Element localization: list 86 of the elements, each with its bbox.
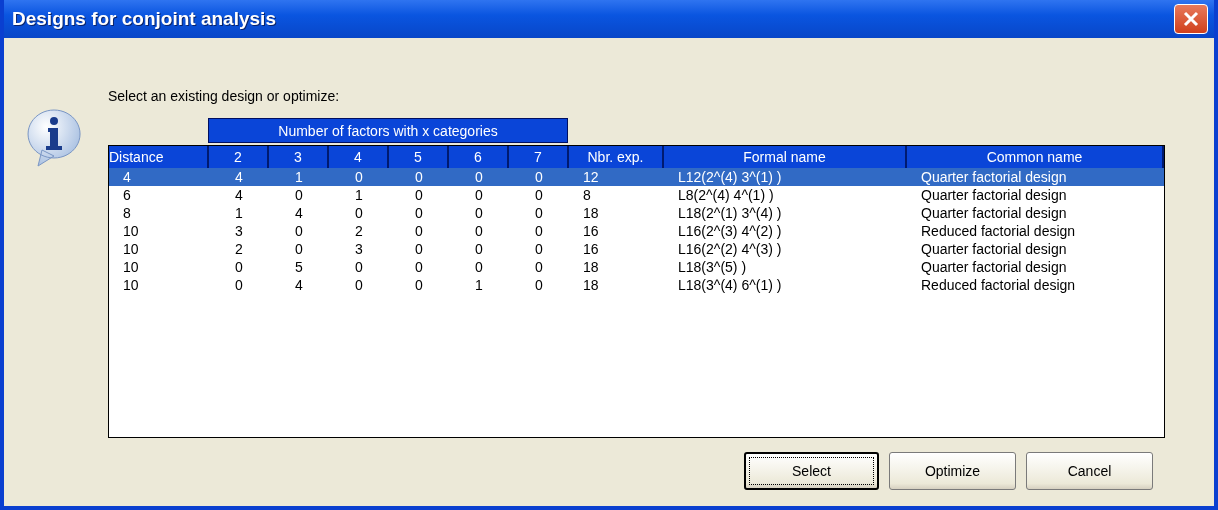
table-cell-text: 4 [294, 205, 304, 221]
table-row[interactable]: 10 2 0 3 0 0 0 16 L16(2^(2) 4^(3) ) Quarter factorial design [109, 240, 1164, 258]
table-cell-text: 3 [234, 223, 244, 239]
table-cell-text: 0 [414, 169, 424, 185]
table-row[interactable]: 4 4 1 0 0 0 0 12 L12(2^(4) 3^(1) ) Quarter factorial design [109, 168, 1164, 186]
table-cell-text: 0 [474, 205, 484, 221]
table-cell-text: Quarter factorial design [920, 205, 1068, 221]
table-cell-text: 0 [534, 187, 544, 203]
table-cell-text: 4 [234, 187, 244, 203]
table-cell-text: 0 [354, 169, 364, 185]
prompt-text: Select an existing design or optimize: [108, 88, 341, 104]
table-cell-text: Quarter factorial design [920, 241, 1068, 257]
table-cell-text: Reduced factorial design [920, 277, 1077, 293]
table-cell-text: L16(2^(2) 4^(3) ) [677, 241, 783, 257]
table-cell-text: 0 [414, 223, 424, 239]
table-cell-text: 12 [582, 169, 600, 185]
table-cell-text: 4 [294, 277, 304, 293]
table-cell-text: 10 [122, 277, 140, 293]
info-icon [24, 106, 84, 170]
table-row[interactable]: 10 0 5 0 0 0 0 18 L18(3^(5) ) Quarter factorial design [109, 258, 1164, 276]
table-cell-text: L16(2^(3) 4^(2) ) [677, 223, 783, 239]
table-cell-text: 18 [582, 277, 600, 293]
table-cell-text: 4 [122, 169, 132, 185]
table-cell-text: 1 [294, 169, 304, 185]
table-cell-text: 6 [122, 187, 132, 203]
table-cell-text: Quarter factorial design [920, 169, 1068, 185]
table-cell-text: 1 [474, 277, 484, 293]
table-cell-text: 0 [354, 277, 364, 293]
table-cell-text: 5 [294, 259, 304, 275]
table-cell-text: 0 [414, 205, 424, 221]
table-cell-text: 0 [414, 241, 424, 257]
table-cell-text: 0 [474, 241, 484, 257]
table-cell-text: L18(3^(5) ) [677, 259, 748, 275]
table-cell-text: 2 [234, 241, 244, 257]
table-cell-text: 0 [474, 169, 484, 185]
table-cell-text: 4 [234, 169, 244, 185]
table-cell-text: Quarter factorial design [920, 259, 1068, 275]
table-cell-text: 0 [534, 277, 544, 293]
table-row[interactable]: 10 3 0 2 0 0 0 16 L16(2^(3) 4^(2) ) Reduced factorial design [109, 222, 1164, 240]
table-cell-text: 1 [354, 187, 364, 203]
table-cell-text: 0 [234, 277, 244, 293]
table-cell-text: Reduced factorial design [920, 223, 1077, 239]
table-cell-text: 0 [354, 259, 364, 275]
table-cell-text: 0 [534, 241, 544, 257]
column-group-header: Number of factors with x categories [208, 118, 568, 143]
table-cell-text: 10 [122, 223, 140, 239]
table-cell-text: 0 [414, 277, 424, 293]
table-cell-text: 0 [474, 259, 484, 275]
close-button[interactable] [1174, 4, 1208, 34]
table-cell-text: 0 [534, 223, 544, 239]
table-cell-text: 18 [582, 205, 600, 221]
dialog-button[interactable]: Select [744, 452, 879, 490]
table-cell-text: 8 [122, 205, 132, 221]
table-cell-text: 0 [294, 241, 304, 257]
dialog-button[interactable]: Cancel [1026, 452, 1153, 490]
table-cell-text: 18 [582, 259, 600, 275]
table-cell-text: 1 [234, 205, 244, 221]
table-row[interactable]: 10 0 4 0 0 1 0 18 L18(3^(4) 6^(1) ) Reduced factorial design [109, 276, 1164, 294]
table-cell-text: 0 [534, 259, 544, 275]
table-cell-text: 0 [414, 187, 424, 203]
table-cell-text: L8(2^(4) 4^(1) ) [677, 187, 775, 203]
table-row[interactable]: 8 1 4 0 0 0 0 18 L18(2^(1) 3^(4) ) Quarter factorial design [109, 204, 1164, 222]
table-cell-text: 0 [234, 259, 244, 275]
table-cell-text: 0 [534, 205, 544, 221]
table-cell-text: 0 [414, 259, 424, 275]
table-cell-text: 0 [354, 205, 364, 221]
table-cell-text: L18(2^(1) 3^(4) ) [677, 205, 783, 221]
table-cell-text: 2 [354, 223, 364, 239]
table-cell-text: 16 [582, 223, 600, 239]
table-cell-text: Quarter factorial design [920, 187, 1068, 203]
table-cell-text: 3 [354, 241, 364, 257]
table-cell-text: 10 [122, 241, 140, 257]
table-row[interactable]: 6 4 0 1 0 0 0 8 L8(2^(4) 4^(1) ) Quarter factorial design [109, 186, 1164, 204]
table-cell-text: 10 [122, 259, 140, 275]
table-cell-text: 16 [582, 241, 600, 257]
table-cell-text: 8 [582, 187, 592, 203]
table-cell-text: 0 [294, 223, 304, 239]
table-cell-text: 0 [474, 187, 484, 203]
table-cell-text: L18(3^(4) 6^(1) ) [677, 277, 783, 293]
window-title: Designs for conjoint analysis [12, 8, 276, 30]
table-cell-text: 0 [474, 223, 484, 239]
close-icon [1182, 10, 1200, 28]
dialog-button[interactable]: Optimize [889, 452, 1016, 490]
table-cell-text: L12(2^(4) 3^(1) ) [677, 169, 783, 185]
table-cell-text: 0 [294, 187, 304, 203]
table-cell-text: 0 [534, 169, 544, 185]
